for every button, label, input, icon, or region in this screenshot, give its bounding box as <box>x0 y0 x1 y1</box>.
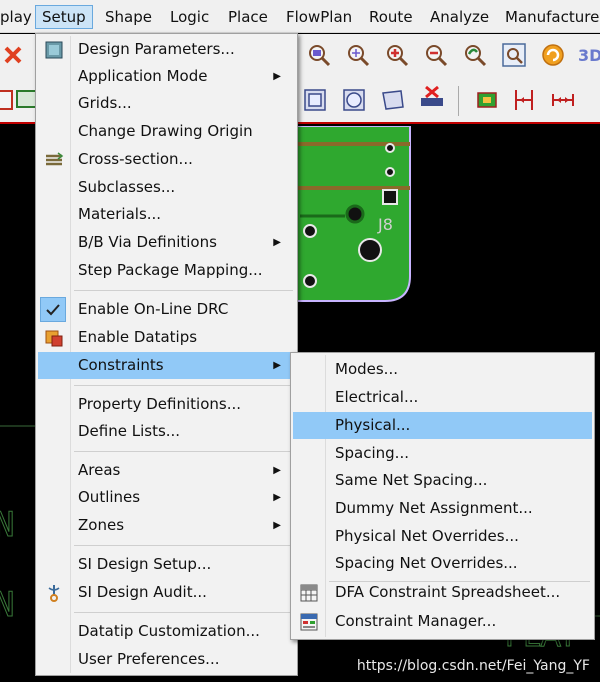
menu-item-datatip-customization[interactable]: Datatip Customization... <box>38 618 295 645</box>
menu-item-areas[interactable]: Areas ▶ <box>38 457 295 484</box>
polygon-shape-icon[interactable] <box>380 87 406 113</box>
menu-display[interactable]: play <box>0 5 38 29</box>
mounting-hole <box>358 238 382 262</box>
setup-menu: Design Parameters... Application Mode ▶ … <box>35 33 298 676</box>
pad <box>303 224 317 238</box>
menu-item-electrical[interactable]: Electrical... <box>293 384 592 411</box>
circle-shape-icon[interactable] <box>341 87 367 113</box>
menu-item-constraints[interactable]: Constraints ▶ <box>38 352 295 379</box>
menu-flowplan[interactable]: FlowPlan <box>280 5 358 29</box>
pad <box>303 274 317 288</box>
submenu-arrow-icon: ▶ <box>273 71 281 82</box>
submenu-arrow-icon: ▶ <box>273 360 281 371</box>
menu-item-dfa-constraint-spreadsheet[interactable]: DFA Constraint Spreadsheet... <box>293 579 592 606</box>
menu-item-constraint-manager[interactable]: Constraint Manager... <box>293 608 592 635</box>
menu-logic[interactable]: Logic <box>164 5 215 29</box>
cross-section-icon <box>43 149 65 170</box>
menu-item-modes[interactable]: Modes... <box>293 356 592 383</box>
menu-item-define-lists[interactable]: Define Lists... <box>38 418 295 445</box>
spreadsheet-icon <box>298 582 320 603</box>
menu-item-same-net-spacing[interactable]: Same Net Spacing... <box>293 467 592 494</box>
menu-item-cross-section[interactable]: Cross-section... <box>38 146 295 173</box>
zoom-window-icon[interactable] <box>306 42 332 68</box>
menu-separator <box>74 545 293 546</box>
menu-item-dummy-net-assignment[interactable]: Dummy Net Assignment... <box>293 495 592 522</box>
menu-item-application-mode[interactable]: Application Mode ▶ <box>38 63 295 90</box>
menu-item-user-preferences[interactable]: User Preferences... <box>38 646 295 673</box>
design-parameters-icon <box>43 39 65 60</box>
menu-item-physical[interactable]: Physical... <box>293 412 592 439</box>
menu-item-design-parameters[interactable]: Design Parameters... <box>38 36 295 63</box>
menu-place[interactable]: Place <box>222 5 274 29</box>
3d-view-icon[interactable]: 3D <box>576 42 600 68</box>
dimension-horizontal-icon[interactable] <box>550 87 576 113</box>
submenu-arrow-icon: ▶ <box>273 237 281 248</box>
menu-setup[interactable]: Setup <box>35 5 93 29</box>
menu-manufacture[interactable]: Manufacture <box>499 5 600 29</box>
pad-square <box>382 189 398 205</box>
canvas-letter: N <box>0 585 14 625</box>
via <box>385 167 395 177</box>
submenu-arrow-icon: ▶ <box>273 465 281 476</box>
menu-item-bb-via-definitions[interactable]: B/B Via Definitions ▶ <box>38 229 295 256</box>
menu-item-grids[interactable]: Grids... <box>38 90 295 117</box>
zoom-world-icon[interactable] <box>501 42 527 68</box>
menu-route[interactable]: Route <box>363 5 419 29</box>
menu-item-change-drawing-origin[interactable]: Change Drawing Origin <box>38 118 295 145</box>
datatips-icon <box>43 327 65 348</box>
zoom-previous-icon[interactable] <box>462 42 488 68</box>
component-icon[interactable] <box>474 87 500 113</box>
submenu-arrow-icon: ▶ <box>273 492 281 503</box>
via <box>385 143 395 153</box>
menu-item-step-package-mapping[interactable]: Step Package Mapping... <box>38 257 295 284</box>
menu-item-si-design-setup[interactable]: SI Design Setup... <box>38 551 295 578</box>
menu-analyze[interactable]: Analyze <box>424 5 495 29</box>
menu-separator <box>74 385 293 386</box>
menu-item-subclasses[interactable]: Subclasses... <box>38 174 295 201</box>
menu-item-enable-datatips[interactable]: Enable Datatips <box>38 324 295 351</box>
menubar: play Setup Shape Logic Place FlowPlan Ro… <box>0 0 600 33</box>
menu-item-si-design-audit[interactable]: SI Design Audit... <box>38 579 295 606</box>
checkmark-icon <box>40 297 66 322</box>
menu-item-physical-net-overrides[interactable]: Physical Net Overrides... <box>293 523 592 550</box>
menu-shape[interactable]: Shape <box>99 5 158 29</box>
constraint-manager-icon <box>298 611 320 632</box>
menu-item-materials[interactable]: Materials... <box>38 201 295 228</box>
menu-separator <box>74 612 293 613</box>
submenu-arrow-icon: ▶ <box>273 520 281 531</box>
square-shape-icon[interactable] <box>302 87 328 113</box>
zoom-fit-icon[interactable] <box>345 42 371 68</box>
menu-item-enable-online-drc[interactable]: Enable On-Line DRC <box>38 296 295 323</box>
silkscreen-label: J8 <box>377 215 393 234</box>
menu-item-zones[interactable]: Zones ▶ <box>38 512 295 539</box>
menu-item-spacing-net-overrides[interactable]: Spacing Net Overrides... <box>293 550 592 577</box>
unrats-icon[interactable] <box>419 85 445 111</box>
canvas-letter: N <box>0 505 14 545</box>
dimension-vertical-icon[interactable] <box>511 87 537 113</box>
si-audit-icon <box>43 582 65 603</box>
svg-text:3D: 3D <box>578 46 600 65</box>
menu-separator <box>74 451 293 452</box>
constraints-submenu: Modes... Electrical... Physical... Spaci… <box>290 352 595 640</box>
menu-item-spacing[interactable]: Spacing... <box>293 440 592 467</box>
toolbar-separator <box>458 86 459 116</box>
watermark: https://blog.csdn.net/Fei_Yang_YF <box>356 658 590 674</box>
zoom-out-icon[interactable] <box>423 42 449 68</box>
menu-item-property-definitions[interactable]: Property Definitions... <box>38 391 295 418</box>
delete-icon[interactable] <box>0 42 26 68</box>
zoom-in-icon[interactable] <box>384 42 410 68</box>
redraw-icon[interactable] <box>540 42 566 68</box>
menu-item-outlines[interactable]: Outlines ▶ <box>38 484 295 511</box>
pad <box>345 204 365 224</box>
menu-separator <box>74 290 293 291</box>
